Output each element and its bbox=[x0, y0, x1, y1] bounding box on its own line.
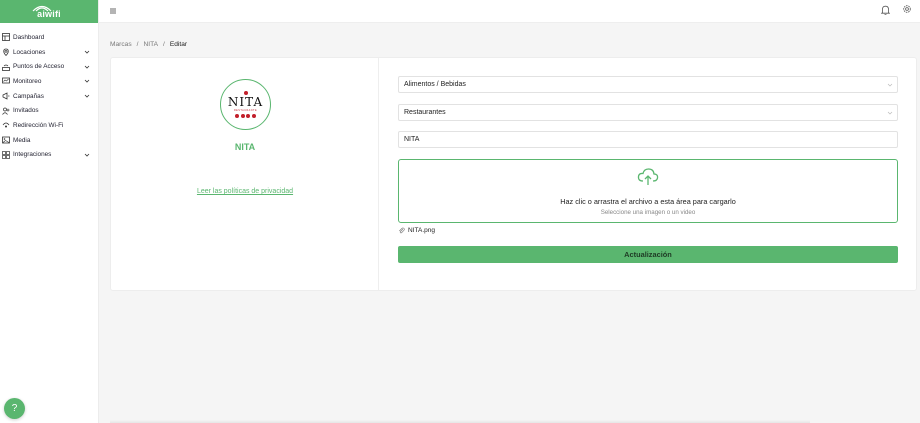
logo-subtitle: RESTAURANTE bbox=[233, 109, 258, 112]
privacy-policy-link[interactable]: Leer las políticas de privacidad bbox=[111, 188, 379, 195]
sidebar-item-media[interactable]: Media bbox=[0, 133, 98, 148]
topbar bbox=[99, 0, 920, 23]
redirect-icon bbox=[2, 123, 10, 128]
breadcrumb-separator: / bbox=[136, 41, 139, 48]
menu-toggle-icon[interactable] bbox=[109, 7, 117, 15]
dashboard-icon bbox=[2, 33, 10, 42]
breadcrumb-item-nita[interactable]: NITA bbox=[143, 41, 158, 48]
category-select[interactable]: Alimentos / Bebidas bbox=[398, 76, 898, 93]
sidebar-item-label: Integraciones bbox=[13, 151, 52, 159]
sidebar-item-monitoreo[interactable]: Monitoreo bbox=[0, 74, 98, 89]
bell-icon[interactable] bbox=[881, 5, 890, 15]
help-button[interactable]: ? bbox=[4, 398, 25, 419]
media-icon bbox=[2, 136, 10, 144]
users-icon bbox=[2, 107, 10, 115]
sidebar-item-integraciones[interactable]: Integraciones bbox=[0, 148, 98, 163]
brand-logo-avatar: NITA RESTAURANTE bbox=[220, 79, 271, 130]
edit-brand-card: NITA RESTAURANTE NITA Leer las políticas… bbox=[110, 57, 917, 291]
chevron-down-icon bbox=[84, 94, 90, 98]
breadcrumb-item-editar: Editar bbox=[169, 41, 188, 48]
cloud-upload-icon bbox=[637, 168, 659, 185]
chevron-down-icon bbox=[84, 80, 90, 83]
dropzone-subtitle: Seleccione una imagen o un video bbox=[600, 209, 696, 216]
update-button[interactable]: Actualización bbox=[398, 246, 898, 263]
file-name: NITA.png bbox=[408, 227, 435, 234]
sidebar-item-label: Dashboard bbox=[13, 33, 45, 41]
sidebar-item-locaciones[interactable]: Locaciones bbox=[0, 45, 98, 60]
sidebar-item-label: Monitoreo bbox=[13, 77, 42, 85]
megaphone-icon bbox=[2, 92, 10, 100]
brand-profile-panel: NITA RESTAURANTE NITA Leer las políticas… bbox=[111, 58, 379, 290]
subcategory-select[interactable]: Restaurantes bbox=[398, 104, 898, 121]
access-point-icon bbox=[2, 64, 10, 71]
chevron-down-icon bbox=[84, 153, 90, 157]
sidebar-item-label: Media bbox=[13, 136, 31, 144]
dropzone-title: Haz clic o arrastra el archivo a esta ár… bbox=[560, 197, 736, 206]
paperclip-icon bbox=[399, 227, 405, 234]
sidebar-item-invitados[interactable]: Invitados bbox=[0, 103, 98, 118]
chevron-down-icon bbox=[887, 83, 893, 87]
question-mark-icon: ? bbox=[11, 403, 18, 414]
uploaded-file[interactable]: NITA.png bbox=[398, 227, 435, 234]
sidebar-item-label: Campañas bbox=[13, 92, 44, 100]
wifi-logo-icon bbox=[32, 5, 52, 11]
breadcrumb: Marcas / NITA / Editar bbox=[110, 41, 187, 48]
sidebar-item-dashboard[interactable]: Dashboard bbox=[0, 30, 98, 45]
gear-icon[interactable] bbox=[902, 4, 912, 14]
sidebar-item-label: Locaciones bbox=[13, 48, 46, 56]
sidebar-item-label: Puntos de Acceso bbox=[13, 63, 65, 71]
breadcrumb-item-marcas[interactable]: Marcas bbox=[110, 41, 132, 48]
sidebar-item-puntos-de-acceso[interactable]: Puntos de Acceso bbox=[0, 59, 98, 74]
chevron-down-icon bbox=[887, 111, 893, 115]
integrations-icon bbox=[2, 150, 10, 159]
brand-name-input[interactable]: NITA bbox=[398, 131, 898, 148]
logo-dots-icon bbox=[235, 114, 256, 118]
sidebar-item-label: Invitados bbox=[13, 107, 39, 115]
logo[interactable]: aiwifi bbox=[0, 0, 98, 23]
sidebar-item-redireccion-wifi[interactable]: Redirección Wi-Fi bbox=[0, 118, 98, 133]
file-dropzone[interactable]: Haz clic o arrastra el archivo a esta ár… bbox=[398, 159, 898, 223]
sidebar: aiwifi Dashboard Locaciones Puntos de Ac… bbox=[0, 0, 99, 423]
sidebar-nav: Dashboard Locaciones Puntos de Acceso Mo… bbox=[0, 23, 98, 162]
logo-wordmark: NITA bbox=[227, 95, 264, 109]
brand-name: NITA bbox=[234, 142, 256, 152]
brand-name-value: NITA bbox=[404, 136, 420, 143]
chevron-down-icon bbox=[84, 50, 90, 54]
chevron-down-icon bbox=[84, 65, 90, 69]
sidebar-item-label: Redirección Wi-Fi bbox=[13, 121, 64, 129]
breadcrumb-separator: / bbox=[163, 41, 165, 48]
category-value: Alimentos / Bebidas bbox=[404, 81, 466, 88]
subcategory-value: Restaurantes bbox=[404, 109, 446, 116]
location-pin-icon bbox=[3, 48, 9, 57]
sidebar-item-campanas[interactable]: Campañas bbox=[0, 89, 98, 104]
monitor-icon bbox=[2, 78, 10, 84]
